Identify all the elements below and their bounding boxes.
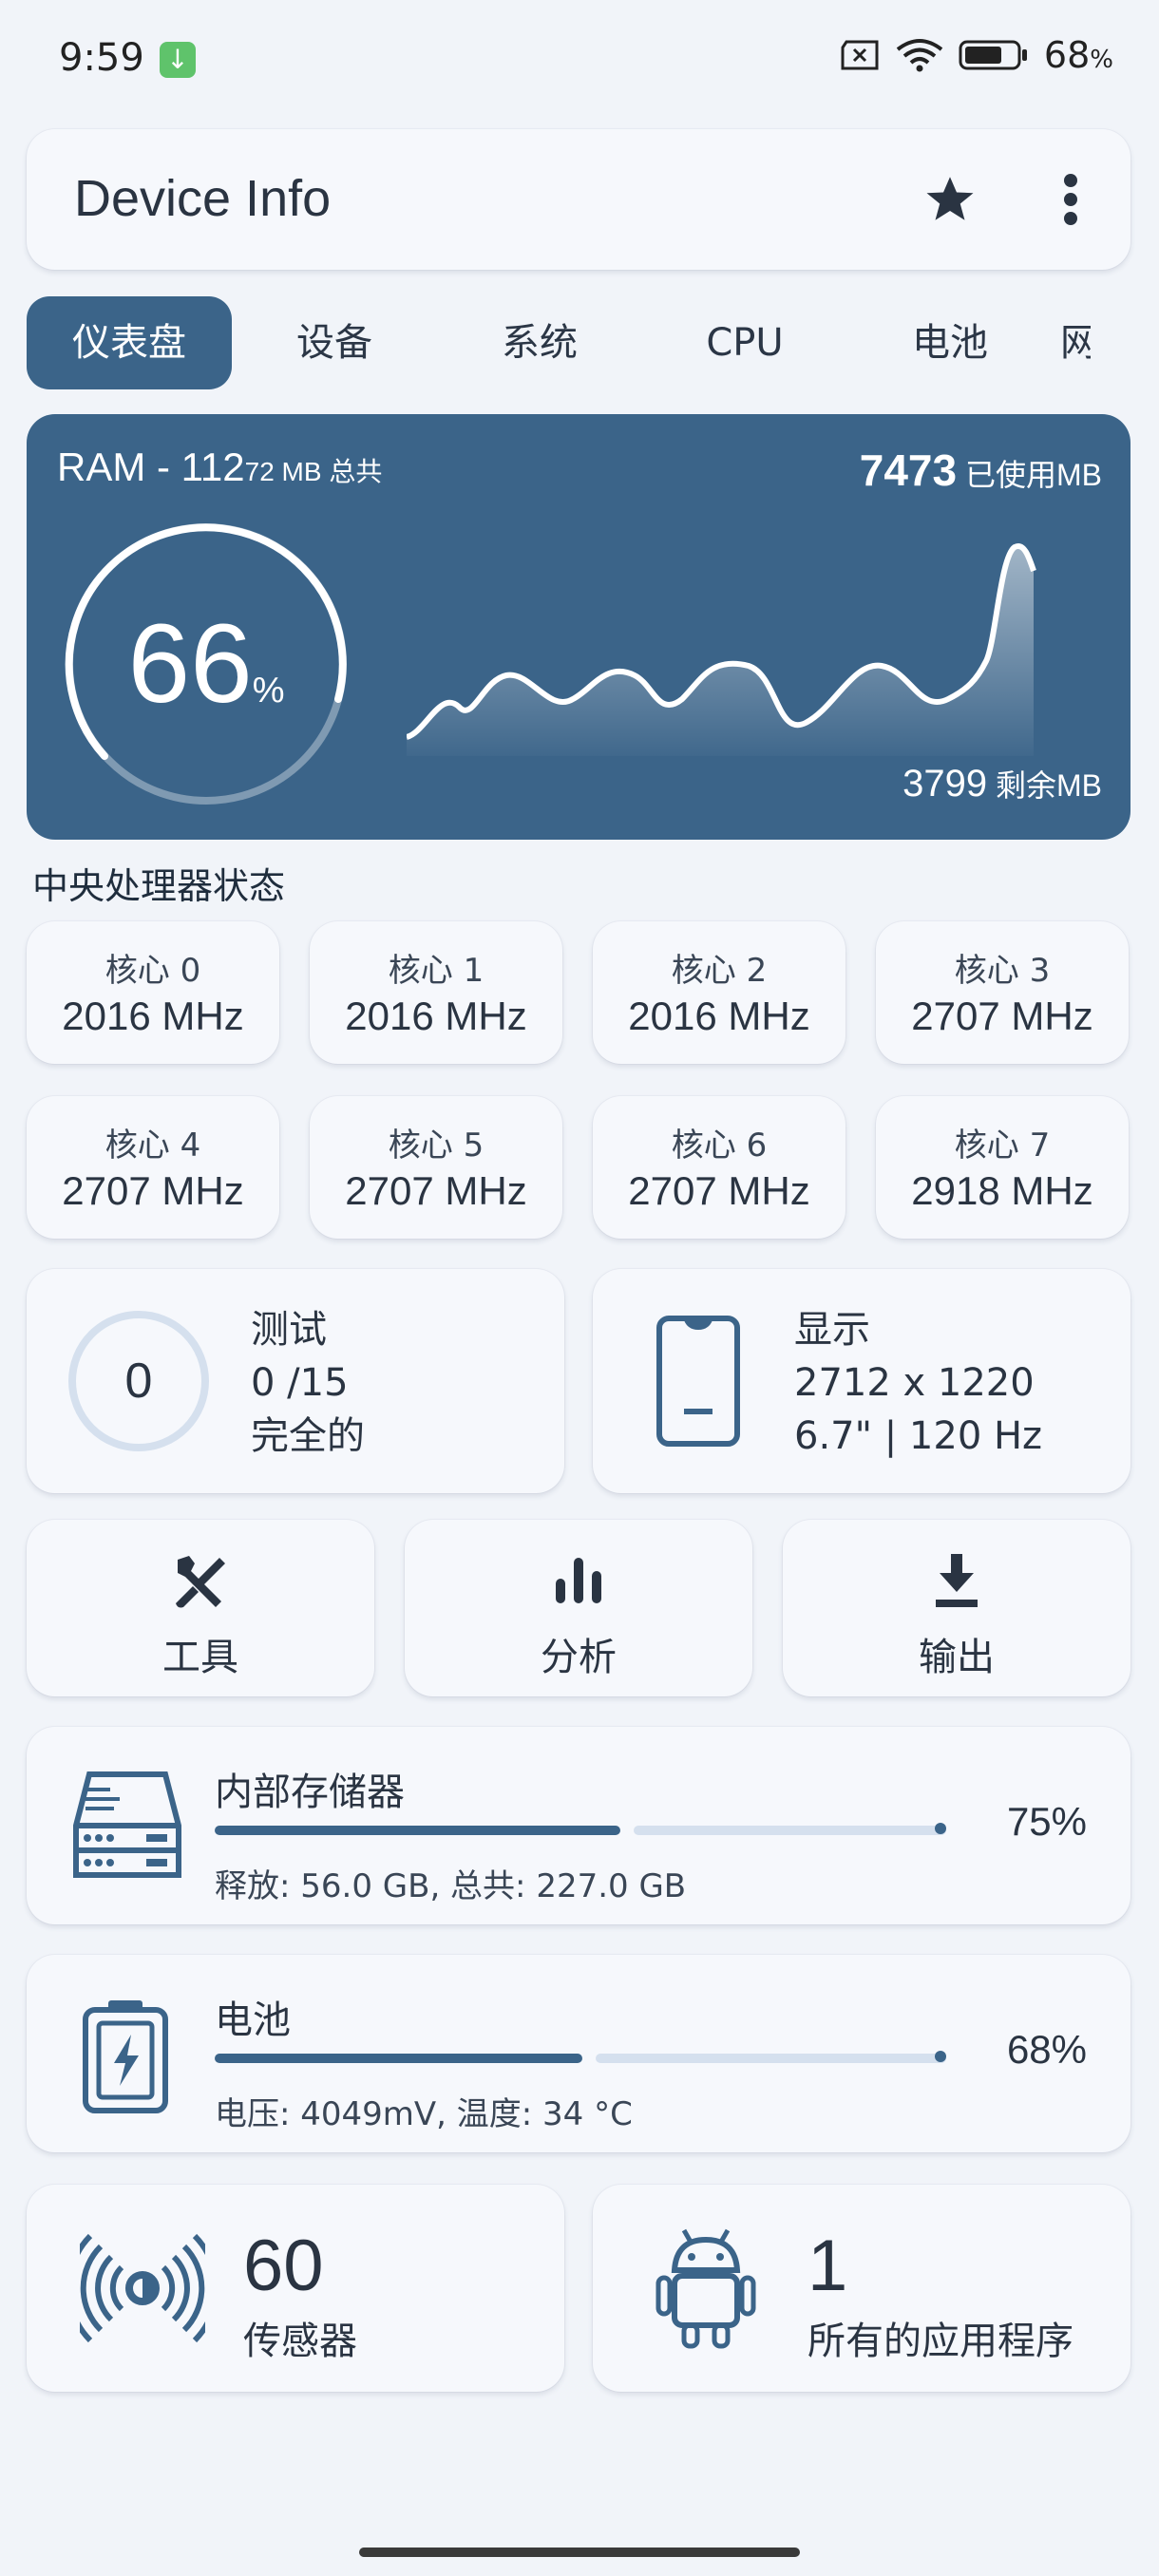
- battery-title: 电池: [215, 1998, 291, 2042]
- tools-label: 工具: [162, 1636, 238, 1679]
- core-frequency: 2016 MHz: [62, 994, 244, 1038]
- storage-card[interactable]: 内部存储器 释放: 56.0 GB, 总共: 227.0 GB 75%: [27, 1727, 1130, 1924]
- ram-card[interactable]: RAM - 11272 MB 总共 7473 已使用MB 66% 3799 剩余…: [27, 414, 1130, 840]
- core-name: 核心 6: [671, 1127, 768, 1165]
- core-frequency: 2707 MHz: [628, 1168, 810, 1213]
- storage-progress-rest: [634, 1826, 946, 1835]
- display-card[interactable]: 显示 2712 x 1220 6.7" | 120 Hz: [593, 1269, 1130, 1493]
- core-name: 核心 4: [104, 1127, 201, 1165]
- ram-usage-graph: [407, 543, 1036, 756]
- core-card[interactable]: 核心 6 2707 MHz: [593, 1096, 846, 1239]
- storage-progress-fill: [215, 1826, 620, 1835]
- core-frequency: 2707 MHz: [345, 1168, 527, 1213]
- tools-button[interactable]: 工具: [27, 1520, 374, 1696]
- battery-percent: 68%: [1043, 34, 1113, 76]
- export-button[interactable]: 输出: [783, 1520, 1130, 1696]
- app-bar: Device Info: [27, 129, 1130, 270]
- core-name: 核心 3: [954, 952, 1051, 990]
- test-count: 0: [124, 1354, 153, 1409]
- test-progress: 0 /15: [251, 1361, 349, 1405]
- tab-system[interactable]: 系统: [437, 296, 642, 389]
- core-name: 核心 1: [388, 952, 484, 990]
- display-resolution: 2712 x 1220: [794, 1361, 1035, 1405]
- battery-icon: [959, 40, 1027, 70]
- battery-progress-end: [935, 2051, 946, 2062]
- ram-free: 3799 剩余MB: [902, 763, 1102, 805]
- core-name: 核心 0: [104, 952, 201, 990]
- core-name: 核心 7: [954, 1127, 1051, 1165]
- tools-icon: [176, 1556, 225, 1608]
- core-card[interactable]: 核心 4 2707 MHz: [27, 1096, 279, 1239]
- storage-progress-end: [935, 1823, 946, 1834]
- core-name: 核心 2: [671, 952, 768, 990]
- battery-progress-bar: [215, 2051, 946, 2063]
- storage-drive-icon: [73, 1771, 181, 1878]
- apps-label: 所有的应用程序: [808, 2320, 1074, 2363]
- core-card[interactable]: 核心 7 2918 MHz: [876, 1096, 1129, 1239]
- storage-percent: 75%: [1006, 1799, 1087, 1844]
- display-details: 6.7" | 120 Hz: [794, 1414, 1043, 1458]
- analysis-button[interactable]: 分析: [405, 1520, 752, 1696]
- core-card[interactable]: 核心 3 2707 MHz: [876, 921, 1129, 1064]
- ram-used: 7473 已使用MB: [859, 445, 1102, 495]
- analysis-label: 分析: [541, 1636, 617, 1679]
- app-title: Device Info: [74, 170, 332, 227]
- test-status: 完全的: [251, 1414, 365, 1458]
- app-count: 1: [808, 2226, 848, 2306]
- tab-device[interactable]: 设备: [232, 296, 437, 389]
- core-frequency: 2707 MHz: [62, 1168, 244, 1213]
- battery-details: 电压: 4049mV, 温度: 34 °C: [215, 2095, 633, 2133]
- tab-bar: 仪表盘 设备 系统 CPU 电池 网: [27, 296, 1091, 389]
- ram-percent: 66%: [127, 601, 285, 727]
- battery-card[interactable]: 电池 电压: 4049mV, 温度: 34 °C 68%: [27, 1955, 1130, 2152]
- sensors-card[interactable]: 60 传感器: [27, 2185, 564, 2392]
- status-time: 9:59: [59, 36, 144, 80]
- core-card[interactable]: 核心 2 2016 MHz: [593, 921, 846, 1064]
- sensor-count: 60: [243, 2226, 324, 2306]
- download-icon: [936, 1554, 978, 1607]
- core-card[interactable]: 核心 5 2707 MHz: [310, 1096, 562, 1239]
- battery-progress-rest: [596, 2054, 946, 2063]
- no-sim-icon: [841, 40, 879, 70]
- display-title: 显示: [794, 1308, 870, 1352]
- ram-total: RAM - 11272 MB 总共: [57, 445, 383, 489]
- download-notification-icon: ↓: [160, 42, 196, 78]
- more-options-icon[interactable]: [1056, 171, 1085, 228]
- tab-cpu[interactable]: CPU: [642, 296, 847, 389]
- phone-icon: [656, 1316, 740, 1447]
- storage-title: 内部存储器: [215, 1771, 405, 1814]
- battery-percent-value: 68%: [1006, 2027, 1087, 2072]
- status-icons: 68%: [839, 34, 1113, 76]
- tab-battery[interactable]: 电池: [847, 296, 1053, 389]
- core-card[interactable]: 核心 0 2016 MHz: [27, 921, 279, 1064]
- sensor-label: 传感器: [243, 2320, 357, 2363]
- tab-dashboard[interactable]: 仪表盘: [27, 296, 232, 389]
- battery-progress-fill: [215, 2054, 582, 2063]
- test-title: 测试: [251, 1308, 327, 1352]
- core-frequency: 2918 MHz: [911, 1168, 1093, 1213]
- star-icon[interactable]: [922, 171, 978, 228]
- battery-charging-icon: [83, 2000, 168, 2113]
- android-icon: [656, 2228, 756, 2349]
- core-frequency: 2707 MHz: [911, 994, 1093, 1038]
- storage-progress-bar: [215, 1823, 946, 1835]
- core-name: 核心 5: [388, 1127, 484, 1165]
- export-label: 输出: [919, 1636, 995, 1679]
- tab-network[interactable]: 网: [1053, 296, 1091, 389]
- wifi-icon: [896, 39, 943, 72]
- core-card[interactable]: 核心 1 2016 MHz: [310, 921, 562, 1064]
- home-indicator[interactable]: [359, 2548, 800, 2557]
- core-frequency: 2016 MHz: [628, 994, 810, 1038]
- core-frequency: 2016 MHz: [345, 994, 527, 1038]
- apps-card[interactable]: 1 所有的应用程序: [593, 2185, 1130, 2392]
- storage-details: 释放: 56.0 GB, 总共: 227.0 GB: [215, 1867, 687, 1905]
- sensor-icon: [80, 2233, 205, 2343]
- tests-card[interactable]: 0 测试 0 /15 完全的: [27, 1269, 564, 1493]
- cpu-section-title: 中央处理器状态: [32, 865, 286, 907]
- bar-chart-icon: [556, 1558, 601, 1603]
